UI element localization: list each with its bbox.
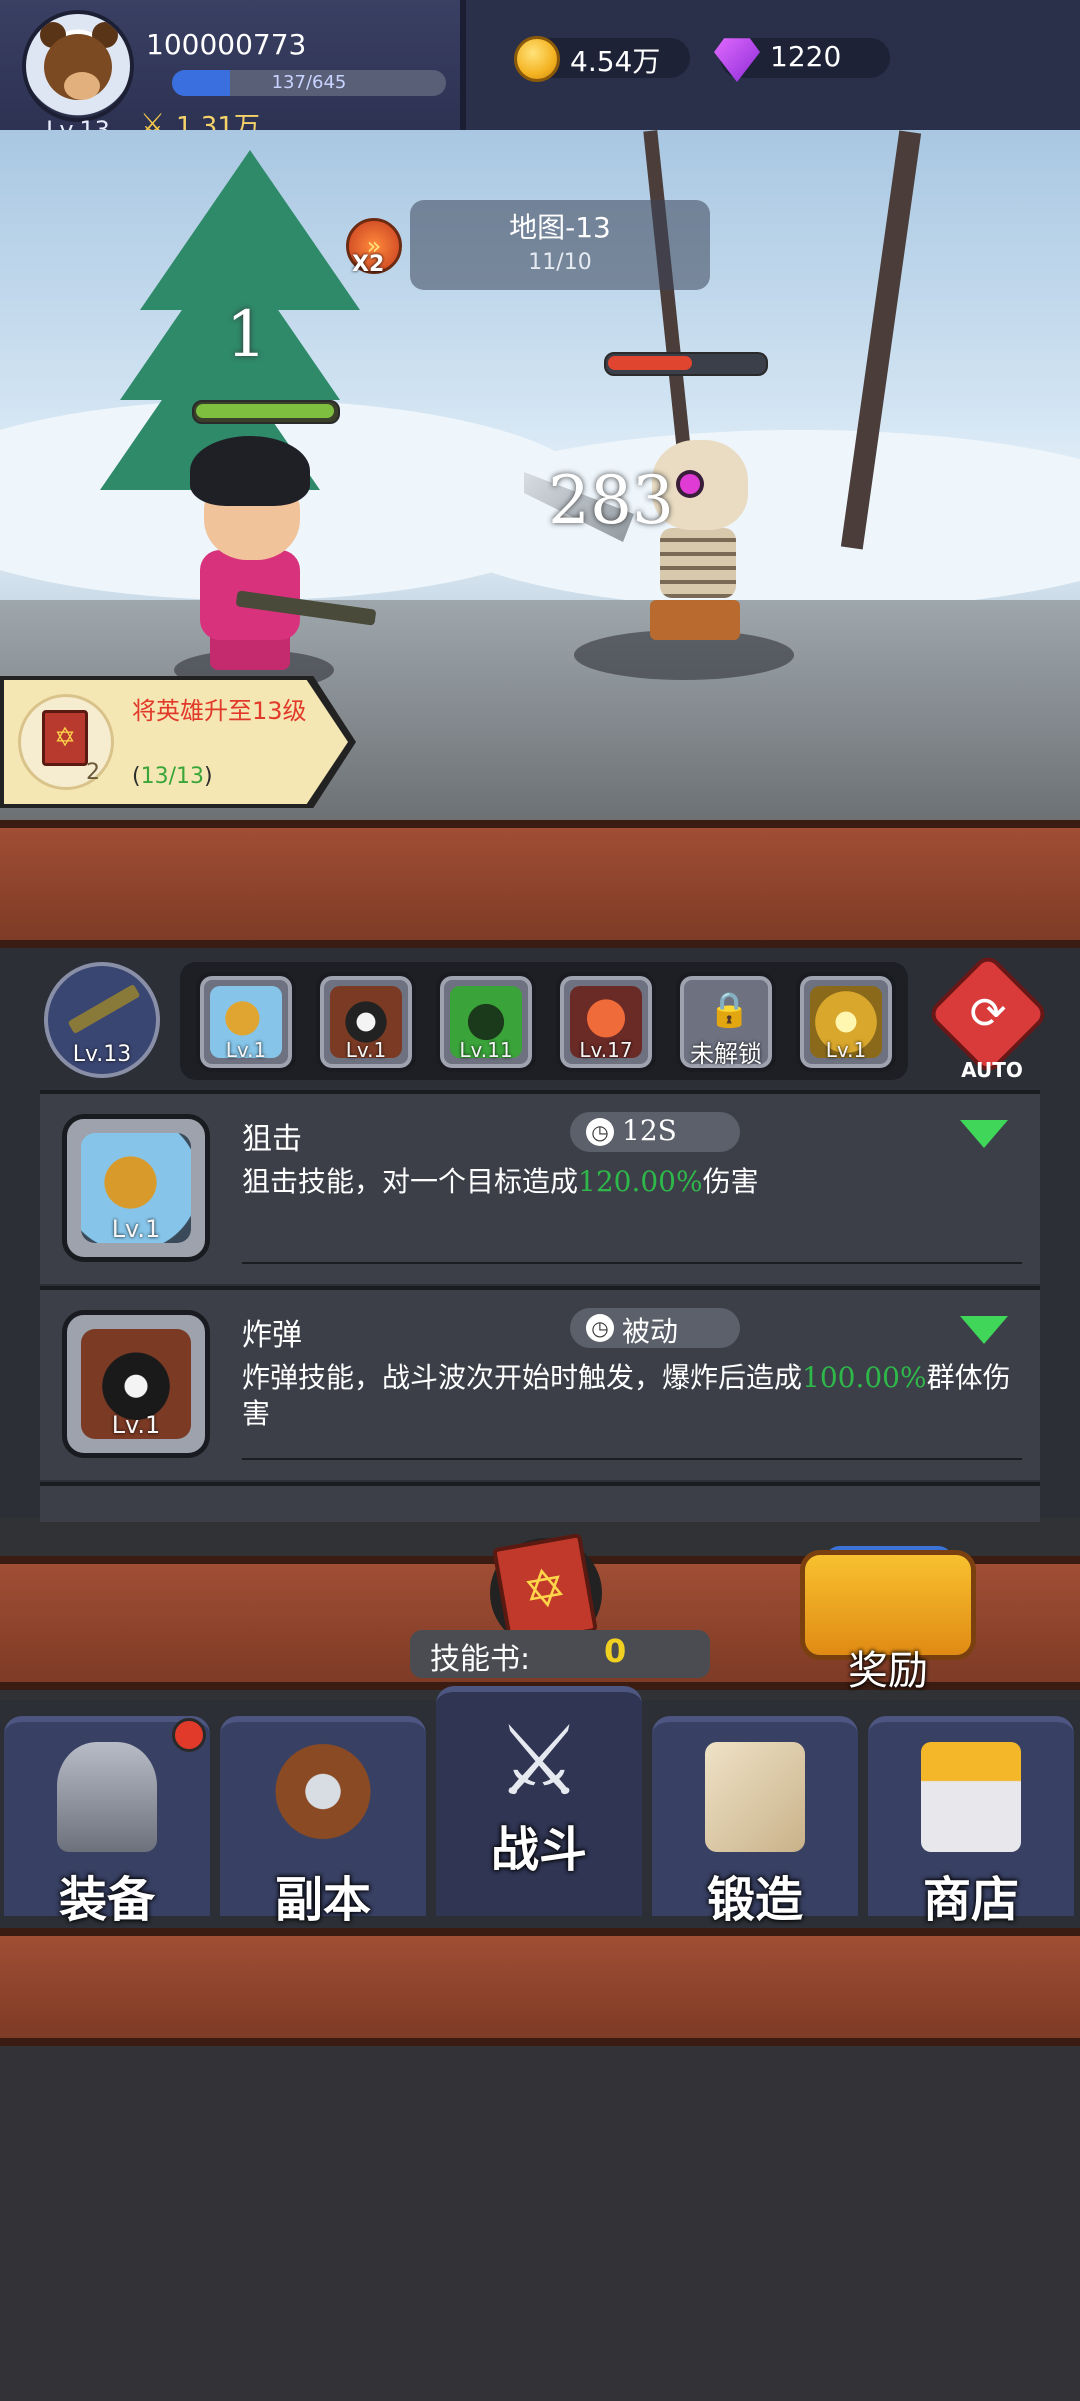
skill-slot-bomb[interactable]: Lv.1: [316, 972, 416, 1072]
gold-amount: 4.54万: [570, 45, 661, 78]
skill-row[interactable]: Lv.1 狙击 ◷ 12S 狙击技能，对一个目标造成120.00%伤害: [40, 1090, 1040, 1284]
skill-icon-frame: Lv.1: [62, 1114, 210, 1262]
tab-label: 战斗: [490, 1822, 587, 1878]
tab-shop[interactable]: 商店: [868, 1716, 1074, 1928]
enemy-hp-bar: [604, 352, 768, 376]
skill-description: 狙击技能，对一个目标造成120.00%伤害: [242, 1164, 1022, 1200]
tab-forge[interactable]: 锻造: [652, 1716, 858, 1928]
hero-hair: [190, 436, 310, 506]
skill-slot-sniper[interactable]: Lv.1: [196, 972, 296, 1072]
tab-battle[interactable]: ⚔ 战斗: [436, 1686, 642, 1916]
quest-progress-value: 13/13: [140, 764, 204, 789]
skill-slot-fire[interactable]: Lv.17: [556, 972, 656, 1072]
gem-amount: 1220: [770, 40, 842, 73]
tab-label: 锻造: [706, 1872, 803, 1928]
clock-icon: ◷: [586, 1314, 614, 1342]
skill-desc-text: 狙击技能，对一个目标造成: [242, 1165, 579, 1198]
skill-row-partial[interactable]: [40, 1482, 1040, 1522]
player-id: 100000773: [146, 28, 307, 61]
quest-progress: (13/13): [132, 764, 213, 789]
speed-multiplier: X2: [352, 252, 385, 277]
skill-slot-locked-label: 未解锁: [690, 1040, 762, 1068]
skill-cooldown: 被动: [622, 1315, 679, 1348]
skeleton-legs: [650, 600, 740, 640]
skill-name: 狙击: [242, 1122, 302, 1157]
shield-sword-icon: [273, 1742, 373, 1852]
shop-icon: [921, 1742, 1021, 1852]
wood-divider: [0, 820, 1080, 948]
skill-description: 炸弹技能，战斗波次开始时触发，爆炸后造成100.00%群体伤害: [242, 1360, 1022, 1432]
skill-slot-level: Lv.1: [345, 1038, 387, 1062]
wave-progress: 11/10: [528, 250, 592, 275]
helmet-icon: [57, 1742, 157, 1852]
hero-weapon-level: Lv.13: [72, 1042, 132, 1067]
skill-row[interactable]: Lv.1 炸弹 ◷ 被动 炸弹技能，战斗波次开始时触发，爆炸后造成100.00%…: [40, 1286, 1040, 1480]
skill-cooldown: 12S: [622, 1114, 677, 1147]
wood-divider: [0, 1928, 1080, 2046]
map-name: 地图-13: [509, 211, 611, 244]
scroll-hammer-icon: [705, 1742, 805, 1852]
crossed-swords-icon: ⚔: [495, 1705, 583, 1817]
lock-icon: 🔒: [708, 990, 751, 1030]
quest-progress-open: (: [132, 764, 141, 789]
skull-eye-glow: [680, 474, 700, 494]
expand-arrow-icon[interactable]: [960, 1120, 1008, 1148]
player-avatar[interactable]: [22, 10, 134, 122]
skill-level: Lv.1: [111, 1411, 161, 1439]
skill-desc-percent: 100.00%: [802, 1361, 927, 1394]
clock-icon: ◷: [586, 1118, 614, 1146]
refresh-icon: ⟳: [969, 988, 1007, 1039]
skill-book-count: 0: [604, 1632, 627, 1670]
skill-book-icon: ✡: [42, 710, 88, 766]
skill-icon-frame: Lv.1: [62, 1310, 210, 1458]
enemy-damage-number: 283: [548, 462, 674, 539]
hero-hp-bar: [192, 400, 340, 424]
bear-snout-icon: [64, 72, 100, 100]
expand-arrow-icon[interactable]: [960, 1316, 1008, 1344]
quest-text: 将英雄升至13级: [132, 697, 307, 725]
bare-tree: [643, 130, 691, 450]
enemy-hp-fill: [608, 356, 692, 370]
skill-slot-locked[interactable]: 🔒 未解锁: [676, 972, 776, 1072]
tab-label: 装备: [58, 1872, 155, 1928]
tab-dungeon[interactable]: 副本: [220, 1716, 426, 1928]
rifle-icon: [67, 983, 141, 1035]
exp-text: 137/645: [271, 72, 347, 93]
exp-bar: 137/645: [172, 70, 446, 96]
skill-name: 炸弹: [242, 1318, 302, 1353]
skill-slot-lightning[interactable]: Lv.1: [796, 972, 896, 1072]
skill-slot-level: Lv.1: [825, 1038, 867, 1062]
skill-desc-percent: 120.00%: [578, 1165, 703, 1198]
auto-label: AUTO: [961, 1058, 1023, 1082]
divider: [242, 1458, 1022, 1460]
hero-hp-fill: [196, 404, 334, 418]
skill-slot-level: Lv.1: [225, 1038, 267, 1062]
bottom-empty-area: [0, 2046, 1080, 2401]
skill-slot-poison[interactable]: Lv.11: [436, 972, 536, 1072]
skill-desc-text: 炸弹技能，战斗波次开始时触发，爆炸后造成: [242, 1361, 803, 1394]
quest-progress-close: ): [204, 764, 213, 789]
notification-dot: [172, 1718, 206, 1752]
quest-reward-count: 2: [86, 760, 100, 785]
skill-book-label: 技能书:: [430, 1642, 531, 1677]
reward-label: 奖励: [848, 1648, 928, 1694]
gold-coin-icon: [514, 36, 560, 82]
skill-desc-text: 伤害: [702, 1165, 759, 1198]
skill-slot-level: Lv.17: [579, 1038, 633, 1062]
tab-label: 副本: [274, 1872, 371, 1928]
tab-label: 商店: [922, 1872, 1019, 1928]
skill-slot-level: Lv.11: [459, 1038, 513, 1062]
hero-damage-number: 1: [226, 298, 267, 372]
skill-level: Lv.1: [111, 1215, 161, 1243]
divider: [242, 1262, 1022, 1264]
